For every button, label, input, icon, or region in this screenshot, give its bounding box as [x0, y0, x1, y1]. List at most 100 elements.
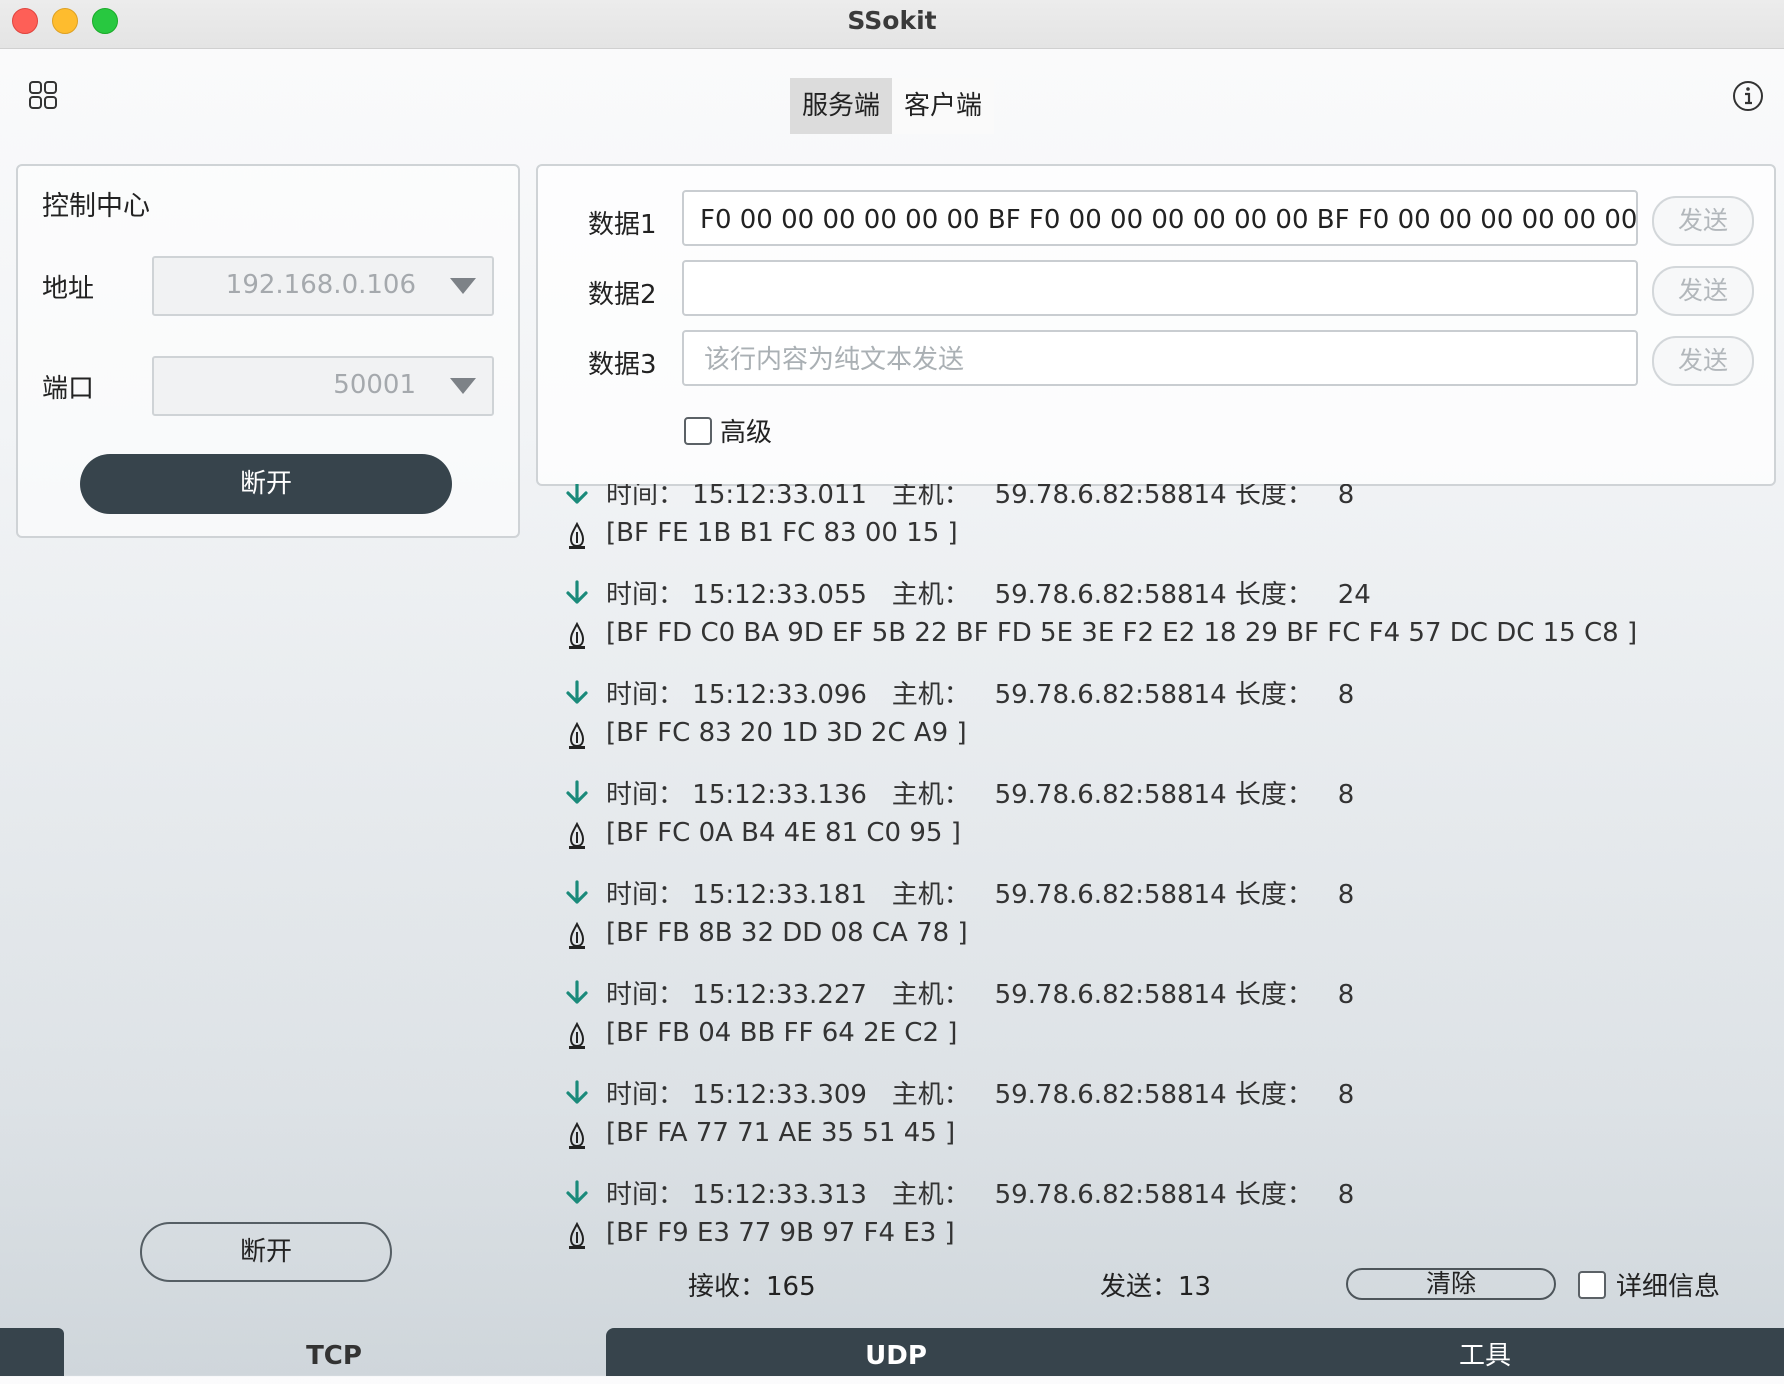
address-label: 地址: [42, 274, 95, 304]
tab-udp[interactable]: UDP: [606, 1328, 1186, 1376]
length-value: 8: [1337, 484, 1355, 510]
advanced-checkbox[interactable]: [684, 416, 712, 445]
ink-pen-icon: [569, 1122, 585, 1149]
arrow-down-icon: [566, 780, 588, 804]
time-value: 15:12:33.096: [692, 680, 867, 710]
ink-pen-icon: [569, 1222, 585, 1249]
time-value: 15:12:33.011: [692, 484, 867, 510]
length-label: 长度：: [1234, 1180, 1313, 1210]
chevron-down-icon: [450, 378, 476, 394]
host-label: 主机：: [891, 780, 970, 810]
log-entry: 时间： 15:12:33.227 主机： 59.78.6.82:58814 长度…: [536, 970, 1736, 1070]
time-value: 15:12:33.227: [692, 980, 867, 1010]
log-entry-bytes: [BF FE 1B B1 FC 83 00 15 ]: [606, 518, 958, 548]
host-value: 59.78.6.82:58814: [994, 484, 1227, 510]
port-value: 50001: [333, 370, 416, 400]
time-label: 时间：: [606, 880, 685, 910]
log-entry-bytes: [BF FA 77 71 AE 35 51 45 ]: [606, 1118, 956, 1148]
log-entry: 时间： 15:12:33.011 主机： 59.78.6.82:58814 长度…: [536, 484, 1736, 570]
port-select[interactable]: 50001: [152, 356, 494, 416]
send-3-button[interactable]: 发送: [1652, 336, 1754, 386]
disconnect-button[interactable]: 断开: [80, 454, 452, 514]
length-label: 长度：: [1234, 880, 1313, 910]
data-row-label: 数据2: [588, 280, 657, 310]
bottom-disconnect-button[interactable]: 断开: [140, 1222, 392, 1282]
data-row-label: 数据1: [588, 210, 657, 240]
send-2-button[interactable]: 发送: [1652, 266, 1754, 316]
send-1-button[interactable]: 发送: [1652, 196, 1754, 246]
info-icon[interactable]: [1732, 80, 1764, 112]
host-label: 主机：: [891, 880, 970, 910]
log-entry-header: 时间： 15:12:33.181 主机： 59.78.6.82:58814 长度…: [606, 874, 1354, 911]
detail-checkbox[interactable]: [1578, 1270, 1606, 1299]
detail-toggle[interactable]: 详细信息: [1578, 1266, 1720, 1303]
log-entry-bytes: [BF FD C0 BA 9D EF 5B 22 BF FD 5E 3E F2 …: [606, 618, 1638, 648]
time-label: 时间：: [606, 1080, 685, 1110]
detail-label: 详细信息: [1616, 1272, 1721, 1302]
port-label: 端口: [42, 374, 95, 404]
log-entry-header: 时间： 15:12:33.011 主机： 59.78.6.82:58814 长度…: [606, 484, 1354, 511]
advanced-label: 高级: [720, 418, 773, 448]
log-entry-bytes: [BF F9 E3 77 9B 97 F4 E3 ]: [606, 1218, 955, 1248]
arrow-down-icon: [566, 880, 588, 904]
control-center-title: 控制中心: [42, 191, 150, 222]
arrow-down-icon: [566, 484, 588, 504]
address-select[interactable]: 192.168.0.106: [152, 256, 494, 316]
host-value: 59.78.6.82:58814: [994, 780, 1227, 810]
host-value: 59.78.6.82:58814: [994, 680, 1227, 710]
length-value: 8: [1337, 980, 1355, 1010]
ink-pen-icon: [569, 622, 585, 649]
control-center-panel: 控制中心 地址 192.168.0.106 端口 50001 断开: [16, 164, 520, 538]
data-row-2: 数据2 发送: [538, 260, 1774, 320]
host-value: 59.78.6.82:58814: [994, 1080, 1227, 1110]
clear-button[interactable]: 清除: [1346, 1268, 1556, 1300]
data-2-input[interactable]: [682, 260, 1638, 316]
tab-client[interactable]: 客户端: [892, 78, 995, 134]
time-label: 时间：: [606, 580, 685, 610]
window-title: SSokit: [847, 6, 937, 35]
received-count: 接收：165: [688, 1272, 816, 1302]
data-3-input[interactable]: 该行内容为纯文本发送: [682, 330, 1638, 386]
ink-pen-icon: [569, 822, 585, 849]
time-value: 15:12:33.309: [692, 1080, 867, 1110]
ink-pen-icon: [569, 722, 585, 749]
log-entry-bytes: [BF FC 0A B4 4E 81 C0 95 ]: [606, 818, 961, 848]
log-entry: 时间： 15:12:33.313 主机： 59.78.6.82:58814 长度…: [536, 1170, 1736, 1254]
length-label: 长度：: [1234, 580, 1313, 610]
time-value: 15:12:33.055: [692, 580, 867, 610]
log-entry: 时间： 15:12:33.181 主机： 59.78.6.82:58814 长度…: [536, 870, 1736, 970]
tab-bar-edge: [0, 1328, 64, 1376]
advanced-toggle[interactable]: 高级: [684, 412, 772, 449]
ink-pen-icon: [569, 522, 585, 549]
data-row-3: 数据3 该行内容为纯文本发送 发送: [538, 330, 1774, 390]
arrow-down-icon: [566, 580, 588, 604]
log-entry-header: 时间： 15:12:33.136 主机： 59.78.6.82:58814 长度…: [606, 774, 1354, 811]
message-log[interactable]: 时间： 15:12:33.011 主机： 59.78.6.82:58814 长度…: [536, 484, 1736, 1254]
time-label: 时间：: [606, 1180, 685, 1210]
tab-tcp[interactable]: TCP: [64, 1328, 604, 1376]
log-entry-bytes: [BF FB 8B 32 DD 08 CA 78 ]: [606, 918, 968, 948]
tab-tools[interactable]: 工具: [1186, 1328, 1784, 1376]
host-value: 59.78.6.82:58814: [994, 880, 1227, 910]
time-label: 时间：: [606, 680, 685, 710]
data-row-label: 数据3: [588, 350, 657, 380]
time-value: 15:12:33.136: [692, 780, 867, 810]
data-1-input[interactable]: F0 00 00 00 00 00 00 BF F0 00 00 00 00 0…: [682, 190, 1638, 246]
length-value: 8: [1337, 1180, 1355, 1210]
arrow-down-icon: [566, 980, 588, 1004]
tab-server[interactable]: 服务端: [790, 78, 893, 134]
host-label: 主机：: [891, 1080, 970, 1110]
log-entry-bytes: [BF FC 83 20 1D 3D 2C A9 ]: [606, 718, 967, 748]
bottom-tab-bar: TCP UDP 工具: [0, 1328, 1784, 1376]
ink-pen-icon: [569, 922, 585, 949]
length-label: 长度：: [1234, 980, 1313, 1010]
length-label: 长度：: [1234, 1080, 1313, 1110]
grid-icon[interactable]: [28, 80, 58, 110]
chevron-down-icon: [450, 278, 476, 294]
length-value: 8: [1337, 780, 1355, 810]
length-value: 24: [1337, 580, 1371, 610]
data-row-1: 数据1 F0 00 00 00 00 00 00 BF F0 00 00 00 …: [538, 190, 1774, 250]
length-value: 8: [1337, 1080, 1355, 1110]
log-entry-header: 时间： 15:12:33.313 主机： 59.78.6.82:58814 长度…: [606, 1174, 1354, 1211]
arrow-down-icon: [566, 1180, 588, 1204]
